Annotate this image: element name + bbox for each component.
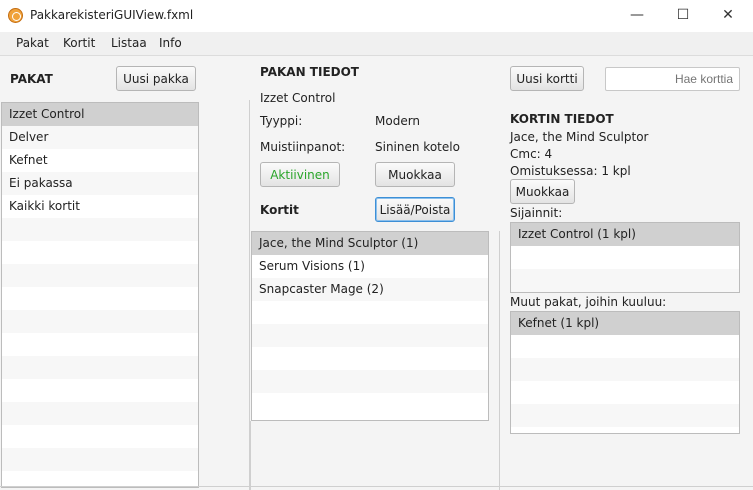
- empty-row: [2, 448, 198, 471]
- list-item[interactable]: Izzet Control (1 kpl): [511, 223, 739, 246]
- empty-row: [2, 264, 198, 287]
- close-button[interactable]: ✕: [705, 0, 751, 30]
- locations-label: Sijainnit:: [510, 206, 563, 220]
- empty-row: [2, 241, 198, 264]
- locations-list[interactable]: Izzet Control (1 kpl): [510, 222, 740, 293]
- maximize-button[interactable]: ☐: [660, 0, 706, 30]
- card-search-input[interactable]: [605, 67, 740, 91]
- list-item[interactable]: Delver: [2, 126, 198, 149]
- cards-label: Kortit: [260, 203, 299, 217]
- list-item[interactable]: Izzet Control: [2, 103, 198, 126]
- menu-info[interactable]: Info: [159, 36, 182, 50]
- empty-row: [252, 324, 488, 347]
- empty-row: [2, 356, 198, 379]
- deck-details-heading: PAKAN TIEDOT: [260, 65, 359, 79]
- empty-row: [2, 218, 198, 241]
- card-owned: Omistuksessa: 1 kpl: [510, 164, 631, 178]
- list-item[interactable]: Snapcaster Mage (2): [252, 278, 488, 301]
- list-item[interactable]: Kaikki kortit: [2, 195, 198, 218]
- deck-name: Izzet Control: [260, 91, 336, 105]
- empty-row: [2, 287, 198, 310]
- other-decks-label: Muut pakat, joihin kuuluu:: [510, 295, 667, 309]
- divider: [499, 231, 500, 490]
- empty-row: [252, 301, 488, 324]
- decks-heading: PAKAT: [10, 72, 53, 86]
- notes-label: Muistiinpanot:: [260, 140, 346, 154]
- empty-row: [511, 404, 739, 427]
- app-icon: [8, 8, 23, 23]
- menu-kortit[interactable]: Kortit: [63, 36, 95, 50]
- divider: [250, 421, 251, 490]
- empty-row: [2, 379, 198, 402]
- empty-row: [511, 381, 739, 404]
- edit-card-button[interactable]: Muokkaa: [510, 179, 575, 204]
- empty-row: [511, 335, 739, 358]
- card-name: Jace, the Mind Sculptor: [510, 130, 649, 144]
- other-decks-list[interactable]: Kefnet (1 kpl): [510, 311, 740, 434]
- empty-row: [2, 402, 198, 425]
- menu-pakat[interactable]: Pakat: [16, 36, 49, 50]
- list-item[interactable]: Kefnet (1 kpl): [511, 312, 739, 335]
- empty-row: [511, 246, 739, 269]
- type-label: Tyyppi:: [260, 114, 303, 128]
- menu-listaa[interactable]: Listaa: [111, 36, 147, 50]
- empty-row: [2, 425, 198, 448]
- empty-row: [252, 370, 488, 393]
- empty-row: [511, 358, 739, 381]
- edit-deck-button[interactable]: Muokkaa: [375, 162, 455, 187]
- empty-row: [252, 347, 488, 370]
- card-details-heading: KORTIN TIEDOT: [510, 112, 614, 126]
- add-remove-button[interactable]: Lisää/Poista: [375, 197, 455, 222]
- window-title: PakkarekisteriGUIView.fxml: [30, 8, 194, 22]
- empty-row: [2, 333, 198, 356]
- minimize-button[interactable]: —: [614, 0, 660, 30]
- empty-row: [2, 310, 198, 333]
- list-item[interactable]: Kefnet: [2, 149, 198, 172]
- new-deck-button[interactable]: Uusi pakka: [116, 66, 196, 91]
- title-bar: PakkarekisteriGUIView.fxml — ☐ ✕: [0, 0, 753, 32]
- menu-bar: Pakat Kortit Listaa Info: [0, 32, 753, 56]
- empty-row: [511, 269, 739, 292]
- card-cmc: Cmc: 4: [510, 147, 553, 161]
- active-button[interactable]: Aktiivinen: [260, 162, 340, 187]
- bottom-border: [0, 486, 753, 487]
- list-item[interactable]: Serum Visions (1): [252, 255, 488, 278]
- deck-card-list[interactable]: Jace, the Mind Sculptor (1) Serum Vision…: [251, 231, 489, 421]
- type-value: Modern: [375, 114, 421, 128]
- list-item[interactable]: Jace, the Mind Sculptor (1): [252, 232, 488, 255]
- deck-list[interactable]: Izzet Control Delver Kefnet Ei pakassa K…: [1, 102, 199, 488]
- list-item[interactable]: Ei pakassa: [2, 172, 198, 195]
- new-card-button[interactable]: Uusi kortti: [510, 66, 584, 91]
- empty-row: [252, 393, 488, 416]
- notes-value: Sininen kotelo: [375, 140, 460, 154]
